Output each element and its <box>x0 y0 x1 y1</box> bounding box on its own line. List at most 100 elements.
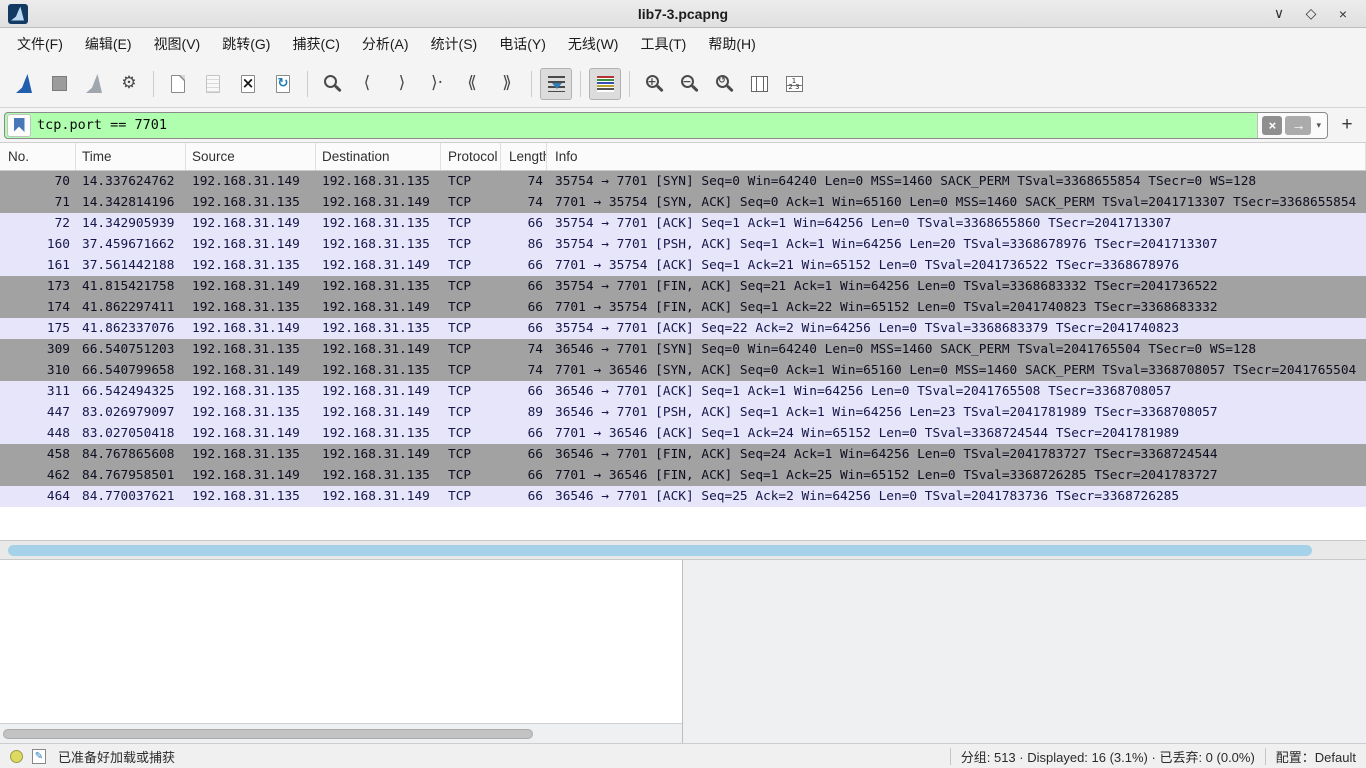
column-header-no[interactable]: No. <box>0 143 76 170</box>
clear-filter-button[interactable]: × <box>1262 116 1282 135</box>
packet-details-hscrollbar-thumb[interactable] <box>3 729 533 739</box>
packet-row[interactable]: 7214.342905939192.168.31.149192.168.31.1… <box>0 213 1366 234</box>
packet-row[interactable]: 30966.540751203192.168.31.135192.168.31.… <box>0 339 1366 360</box>
zoom-out-button[interactable] <box>673 68 705 100</box>
packet-details-hscrollbar[interactable] <box>0 724 682 743</box>
menu-item-wireless[interactable]: 无线(W) <box>557 29 630 59</box>
filter-dropdown-button[interactable]: ▾ <box>1314 120 1323 131</box>
first-packet-button[interactable]: ⟪ <box>456 68 488 100</box>
auto-scroll-toggle-button[interactable] <box>540 68 572 100</box>
packet-row[interactable]: 16137.561442188192.168.31.135192.168.31.… <box>0 255 1366 276</box>
cell-info: 36546 → 7701 [ACK] Seq=1 Ack=1 Win=64256… <box>547 381 1366 402</box>
menu-item-telephony[interactable]: 电话(Y) <box>488 29 557 59</box>
cell-info: 36546 → 7701 [SYN] Seq=0 Win=64240 Len=0… <box>547 339 1366 360</box>
zoom-reset-button[interactable] <box>708 68 740 100</box>
packet-row[interactable]: 45884.767865608192.168.31.135192.168.31.… <box>0 444 1366 465</box>
cell-src: 192.168.31.135 <box>186 297 316 318</box>
cell-len: 66 <box>501 381 547 402</box>
cell-no: 448 <box>0 423 76 444</box>
cell-proto: TCP <box>441 423 501 444</box>
packet-list-hscrollbar[interactable] <box>0 540 1366 560</box>
packet-row[interactable]: 46284.767958501192.168.31.149192.168.31.… <box>0 465 1366 486</box>
add-filter-button[interactable]: + <box>1336 114 1358 136</box>
last-packet-button[interactable]: ⟫ <box>491 68 523 100</box>
stop-capture-button[interactable] <box>43 68 75 100</box>
cell-time: 14.342814196 <box>76 192 186 213</box>
toolbar-separator <box>307 71 308 97</box>
column-header-dst[interactable]: Destination <box>316 143 441 170</box>
cell-no: 447 <box>0 402 76 423</box>
status-ready-text: 已准备好加载或捕获 <box>58 747 175 766</box>
cell-len: 66 <box>501 297 547 318</box>
filter-bookmark-button[interactable] <box>7 114 31 137</box>
chevron-left-icon: ⟨ <box>364 75 371 92</box>
layout-123-button[interactable] <box>778 68 810 100</box>
goto-packet-button[interactable]: ⟩· <box>421 68 453 100</box>
save-file-icon <box>206 75 220 93</box>
packet-row[interactable]: 7114.342814196192.168.31.135192.168.31.1… <box>0 192 1366 213</box>
resize-columns-button[interactable] <box>743 68 775 100</box>
column-header-proto[interactable]: Protocol <box>441 143 501 170</box>
packet-row[interactable]: 31066.540799658192.168.31.149192.168.31.… <box>0 360 1366 381</box>
find-packet-button[interactable] <box>316 68 348 100</box>
menu-item-tools[interactable]: 工具(T) <box>629 29 697 59</box>
packet-row[interactable]: 44783.026979097192.168.31.135192.168.31.… <box>0 402 1366 423</box>
expert-info-icon[interactable] <box>10 750 23 763</box>
menu-item-capture[interactable]: 捕获(C) <box>281 29 350 59</box>
packet-details-pane <box>0 560 683 743</box>
close-file-button[interactable] <box>232 68 264 100</box>
column-header-len[interactable]: Length <box>501 143 547 170</box>
start-capture-button[interactable] <box>8 68 40 100</box>
capture-comment-icon[interactable]: ✎ <box>32 749 46 764</box>
cell-no: 160 <box>0 234 76 255</box>
cell-len: 74 <box>501 192 547 213</box>
menu-item-go[interactable]: 跳转(G) <box>211 29 281 59</box>
packet-row[interactable]: 16037.459671662192.168.31.149192.168.31.… <box>0 234 1366 255</box>
cell-time: 37.561442188 <box>76 255 186 276</box>
cell-dst: 192.168.31.149 <box>316 402 441 423</box>
packet-row[interactable]: 17341.815421758192.168.31.149192.168.31.… <box>0 276 1366 297</box>
maximize-button[interactable]: ◇ <box>1300 3 1322 25</box>
cell-src: 192.168.31.149 <box>186 360 316 381</box>
menu-item-analyze[interactable]: 分析(A) <box>351 29 420 59</box>
cell-len: 66 <box>501 255 547 276</box>
previous-packet-button[interactable]: ⟨ <box>351 68 383 100</box>
bookmark-icon <box>14 118 25 132</box>
packet-row[interactable]: 7014.337624762192.168.31.149192.168.31.1… <box>0 171 1366 192</box>
restart-capture-button[interactable] <box>78 68 110 100</box>
menu-item-view[interactable]: 视图(V) <box>143 29 212 59</box>
display-filter-input[interactable] <box>31 113 1257 138</box>
capture-options-button[interactable]: ⚙ <box>113 68 145 100</box>
apply-filter-button[interactable]: → <box>1285 116 1311 135</box>
save-file-button[interactable] <box>197 68 229 100</box>
packet-row[interactable]: 17541.862337076192.168.31.149192.168.31.… <box>0 318 1366 339</box>
column-header-src[interactable]: Source <box>186 143 316 170</box>
minimize-button[interactable]: ∨ <box>1268 3 1290 25</box>
column-header-time[interactable]: Time <box>76 143 186 170</box>
cell-dst: 192.168.31.135 <box>316 318 441 339</box>
cell-time: 84.767865608 <box>76 444 186 465</box>
reload-file-button[interactable] <box>267 68 299 100</box>
profile-selector[interactable]: 配置：Default <box>1276 747 1356 766</box>
menu-item-file[interactable]: 文件(F) <box>6 29 74 59</box>
packet-row[interactable]: 46484.770037621192.168.31.135192.168.31.… <box>0 486 1366 507</box>
zoom-in-button[interactable] <box>638 68 670 100</box>
cell-no: 173 <box>0 276 76 297</box>
colorize-toggle-button[interactable] <box>589 68 621 100</box>
menu-item-edit[interactable]: 编辑(E) <box>74 29 143 59</box>
double-chevron-left-icon: ⟪ <box>467 75 476 92</box>
packet-row[interactable]: 44883.027050418192.168.31.149192.168.31.… <box>0 423 1366 444</box>
packet-row[interactable]: 31166.542494325192.168.31.135192.168.31.… <box>0 381 1366 402</box>
open-file-button[interactable] <box>162 68 194 100</box>
colorize-icon <box>597 76 614 92</box>
menu-item-help[interactable]: 帮助(H) <box>697 29 766 59</box>
packet-list-hscrollbar-thumb[interactable] <box>8 545 1312 556</box>
column-header-info[interactable]: Info <box>547 143 1366 170</box>
close-button[interactable]: × <box>1332 3 1354 25</box>
cell-dst: 192.168.31.135 <box>316 465 441 486</box>
packet-row[interactable]: 17441.862297411192.168.31.135192.168.31.… <box>0 297 1366 318</box>
next-packet-button[interactable]: ⟩ <box>386 68 418 100</box>
cell-src: 192.168.31.149 <box>186 234 316 255</box>
menu-item-statistics[interactable]: 统计(S) <box>420 29 489 59</box>
cell-dst: 192.168.31.149 <box>316 255 441 276</box>
